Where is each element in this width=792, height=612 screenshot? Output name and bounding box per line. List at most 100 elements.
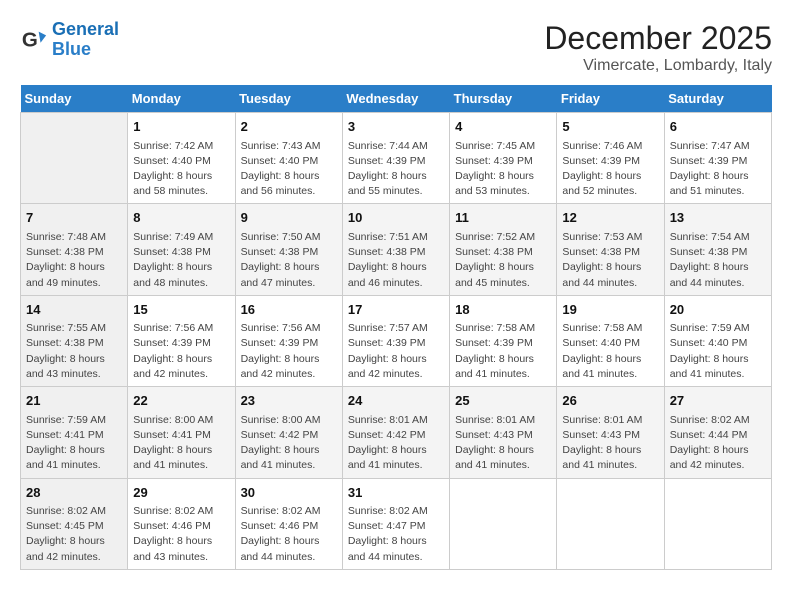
calendar-cell: 16Sunrise: 7:56 AMSunset: 4:39 PMDayligh…: [235, 295, 342, 386]
day-number: 30: [241, 483, 337, 503]
day-number: 17: [348, 300, 444, 320]
day-number: 1: [133, 117, 229, 137]
cell-details: Sunrise: 8:00 AMSunset: 4:42 PMDaylight:…: [241, 413, 337, 474]
day-number: 27: [670, 391, 766, 411]
cell-details: Sunrise: 8:00 AMSunset: 4:41 PMDaylight:…: [133, 413, 229, 474]
cell-details: Sunrise: 7:59 AMSunset: 4:41 PMDaylight:…: [26, 413, 122, 474]
cell-details: Sunrise: 8:01 AMSunset: 4:43 PMDaylight:…: [562, 413, 658, 474]
calendar-cell: [21, 113, 128, 204]
day-number: 6: [670, 117, 766, 137]
calendar-cell: 31Sunrise: 8:02 AMSunset: 4:47 PMDayligh…: [342, 478, 449, 569]
cell-details: Sunrise: 8:01 AMSunset: 4:42 PMDaylight:…: [348, 413, 444, 474]
subtitle: Vimercate, Lombardy, Italy: [544, 57, 772, 75]
cell-details: Sunrise: 7:44 AMSunset: 4:39 PMDaylight:…: [348, 139, 444, 200]
cell-details: Sunrise: 7:45 AMSunset: 4:39 PMDaylight:…: [455, 139, 551, 200]
calendar-day-header: Saturday: [664, 85, 771, 113]
cell-details: Sunrise: 7:48 AMSunset: 4:38 PMDaylight:…: [26, 230, 122, 291]
day-number: 15: [133, 300, 229, 320]
cell-details: Sunrise: 7:47 AMSunset: 4:39 PMDaylight:…: [670, 139, 766, 200]
logo: G General Blue: [20, 20, 119, 60]
cell-details: Sunrise: 8:02 AMSunset: 4:47 PMDaylight:…: [348, 504, 444, 565]
page-header: G General Blue December 2025 Vimercate, …: [20, 20, 772, 75]
calendar-week-row: 1Sunrise: 7:42 AMSunset: 4:40 PMDaylight…: [21, 113, 772, 204]
calendar-week-row: 14Sunrise: 7:55 AMSunset: 4:38 PMDayligh…: [21, 295, 772, 386]
day-number: 26: [562, 391, 658, 411]
day-number: 9: [241, 208, 337, 228]
cell-details: Sunrise: 8:01 AMSunset: 4:43 PMDaylight:…: [455, 413, 551, 474]
calendar-day-header: Wednesday: [342, 85, 449, 113]
day-number: 28: [26, 483, 122, 503]
day-number: 10: [348, 208, 444, 228]
calendar-cell: [557, 478, 664, 569]
cell-details: Sunrise: 8:02 AMSunset: 4:46 PMDaylight:…: [241, 504, 337, 565]
calendar-day-header: Monday: [128, 85, 235, 113]
calendar-cell: 6Sunrise: 7:47 AMSunset: 4:39 PMDaylight…: [664, 113, 771, 204]
cell-details: Sunrise: 7:49 AMSunset: 4:38 PMDaylight:…: [133, 230, 229, 291]
calendar-cell: [450, 478, 557, 569]
day-number: 12: [562, 208, 658, 228]
calendar-cell: 23Sunrise: 8:00 AMSunset: 4:42 PMDayligh…: [235, 387, 342, 478]
calendar-cell: 26Sunrise: 8:01 AMSunset: 4:43 PMDayligh…: [557, 387, 664, 478]
cell-details: Sunrise: 8:02 AMSunset: 4:46 PMDaylight:…: [133, 504, 229, 565]
cell-details: Sunrise: 7:53 AMSunset: 4:38 PMDaylight:…: [562, 230, 658, 291]
calendar-cell: 28Sunrise: 8:02 AMSunset: 4:45 PMDayligh…: [21, 478, 128, 569]
calendar-cell: 19Sunrise: 7:58 AMSunset: 4:40 PMDayligh…: [557, 295, 664, 386]
calendar-cell: 18Sunrise: 7:58 AMSunset: 4:39 PMDayligh…: [450, 295, 557, 386]
day-number: 11: [455, 208, 551, 228]
cell-details: Sunrise: 7:46 AMSunset: 4:39 PMDaylight:…: [562, 139, 658, 200]
calendar-body: 1Sunrise: 7:42 AMSunset: 4:40 PMDaylight…: [21, 113, 772, 570]
calendar-cell: 12Sunrise: 7:53 AMSunset: 4:38 PMDayligh…: [557, 204, 664, 295]
calendar-cell: [664, 478, 771, 569]
day-number: 24: [348, 391, 444, 411]
calendar-cell: 3Sunrise: 7:44 AMSunset: 4:39 PMDaylight…: [342, 113, 449, 204]
day-number: 25: [455, 391, 551, 411]
calendar-cell: 15Sunrise: 7:56 AMSunset: 4:39 PMDayligh…: [128, 295, 235, 386]
cell-details: Sunrise: 7:57 AMSunset: 4:39 PMDaylight:…: [348, 321, 444, 382]
day-number: 7: [26, 208, 122, 228]
calendar-week-row: 7Sunrise: 7:48 AMSunset: 4:38 PMDaylight…: [21, 204, 772, 295]
cell-details: Sunrise: 7:42 AMSunset: 4:40 PMDaylight:…: [133, 139, 229, 200]
cell-details: Sunrise: 7:52 AMSunset: 4:38 PMDaylight:…: [455, 230, 551, 291]
cell-details: Sunrise: 7:50 AMSunset: 4:38 PMDaylight:…: [241, 230, 337, 291]
cell-details: Sunrise: 7:56 AMSunset: 4:39 PMDaylight:…: [241, 321, 337, 382]
cell-details: Sunrise: 7:51 AMSunset: 4:38 PMDaylight:…: [348, 230, 444, 291]
day-number: 14: [26, 300, 122, 320]
day-number: 4: [455, 117, 551, 137]
calendar-table: SundayMondayTuesdayWednesdayThursdayFrid…: [20, 85, 772, 570]
svg-text:G: G: [22, 28, 38, 51]
day-number: 18: [455, 300, 551, 320]
day-number: 29: [133, 483, 229, 503]
cell-details: Sunrise: 7:54 AMSunset: 4:38 PMDaylight:…: [670, 230, 766, 291]
calendar-week-row: 21Sunrise: 7:59 AMSunset: 4:41 PMDayligh…: [21, 387, 772, 478]
cell-details: Sunrise: 7:59 AMSunset: 4:40 PMDaylight:…: [670, 321, 766, 382]
day-number: 22: [133, 391, 229, 411]
calendar-week-row: 28Sunrise: 8:02 AMSunset: 4:45 PMDayligh…: [21, 478, 772, 569]
day-number: 16: [241, 300, 337, 320]
calendar-cell: 1Sunrise: 7:42 AMSunset: 4:40 PMDaylight…: [128, 113, 235, 204]
calendar-cell: 2Sunrise: 7:43 AMSunset: 4:40 PMDaylight…: [235, 113, 342, 204]
calendar-cell: 7Sunrise: 7:48 AMSunset: 4:38 PMDaylight…: [21, 204, 128, 295]
calendar-day-header: Thursday: [450, 85, 557, 113]
calendar-cell: 20Sunrise: 7:59 AMSunset: 4:40 PMDayligh…: [664, 295, 771, 386]
calendar-cell: 11Sunrise: 7:52 AMSunset: 4:38 PMDayligh…: [450, 204, 557, 295]
day-number: 13: [670, 208, 766, 228]
day-number: 20: [670, 300, 766, 320]
calendar-cell: 21Sunrise: 7:59 AMSunset: 4:41 PMDayligh…: [21, 387, 128, 478]
main-title: December 2025: [544, 20, 772, 57]
cell-details: Sunrise: 8:02 AMSunset: 4:45 PMDaylight:…: [26, 504, 122, 565]
calendar-cell: 14Sunrise: 7:55 AMSunset: 4:38 PMDayligh…: [21, 295, 128, 386]
calendar-cell: 10Sunrise: 7:51 AMSunset: 4:38 PMDayligh…: [342, 204, 449, 295]
day-number: 23: [241, 391, 337, 411]
day-number: 31: [348, 483, 444, 503]
logo-text: General Blue: [52, 20, 119, 60]
cell-details: Sunrise: 8:02 AMSunset: 4:44 PMDaylight:…: [670, 413, 766, 474]
calendar-cell: 27Sunrise: 8:02 AMSunset: 4:44 PMDayligh…: [664, 387, 771, 478]
calendar-cell: 4Sunrise: 7:45 AMSunset: 4:39 PMDaylight…: [450, 113, 557, 204]
cell-details: Sunrise: 7:55 AMSunset: 4:38 PMDaylight:…: [26, 321, 122, 382]
calendar-cell: 9Sunrise: 7:50 AMSunset: 4:38 PMDaylight…: [235, 204, 342, 295]
day-number: 21: [26, 391, 122, 411]
calendar-day-header: Friday: [557, 85, 664, 113]
calendar-cell: 24Sunrise: 8:01 AMSunset: 4:42 PMDayligh…: [342, 387, 449, 478]
calendar-cell: 29Sunrise: 8:02 AMSunset: 4:46 PMDayligh…: [128, 478, 235, 569]
day-number: 2: [241, 117, 337, 137]
